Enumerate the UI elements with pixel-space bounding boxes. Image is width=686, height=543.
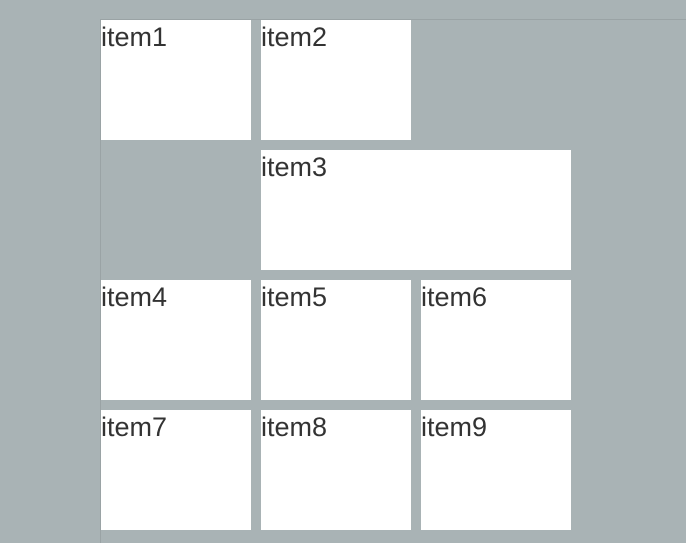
grid-item-4: item4 (101, 280, 251, 400)
grid-container: item1 item2 item3 item4 item5 item6 item… (101, 20, 571, 530)
grid-item-6: item6 (421, 280, 571, 400)
grid-item-7: item7 (101, 410, 251, 530)
page: { "grid": { "items": [ { "label": "item1… (0, 0, 686, 543)
grid-item-8: item8 (261, 410, 411, 530)
grid-item-1: item1 (101, 20, 251, 140)
grid-item-3: item3 (261, 150, 571, 270)
grid-item-2: item2 (261, 20, 411, 140)
grid-item-9: item9 (421, 410, 571, 530)
grid-item-5: item5 (261, 280, 411, 400)
